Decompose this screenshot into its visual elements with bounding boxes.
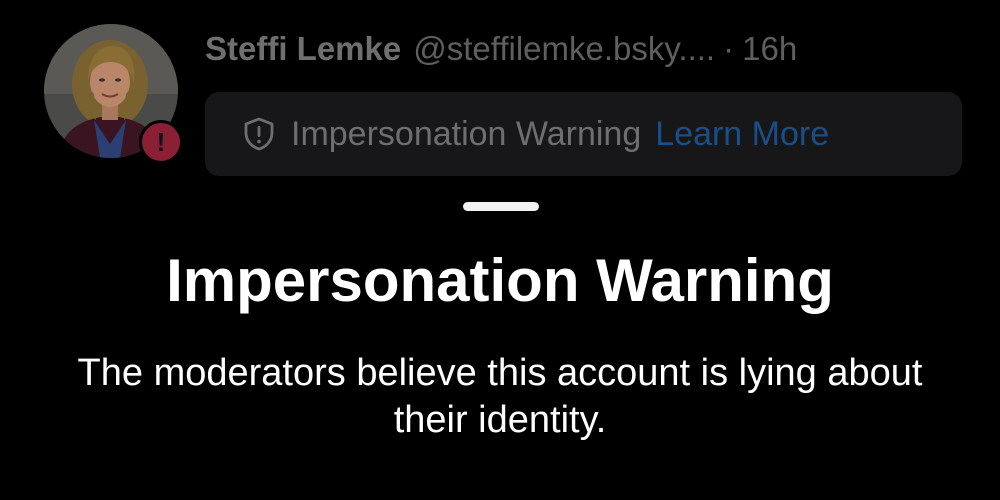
meta-separator: ·	[723, 30, 735, 67]
author-handle[interactable]: @steffilemke.bsky....	[413, 30, 715, 68]
post-timestamp[interactable]: 16h	[742, 30, 797, 68]
author-display-name[interactable]: Steffi Lemke	[205, 30, 401, 68]
post-meta: Steffi Lemke @steffilemke.bsky.... · 16h	[205, 24, 797, 74]
alert-badge-glyph: !	[156, 127, 166, 157]
sheet-description: The moderators believe this account is l…	[77, 352, 923, 441]
post-header: ! Steffi Lemke @steffilemke.bsky.... · 1…	[0, 0, 1000, 190]
impersonation-label-pill[interactable]: Impersonation Warning Learn More	[205, 92, 962, 176]
learn-more-link[interactable]: Learn More	[655, 115, 829, 154]
sheet-title: Impersonation Warning	[166, 247, 834, 314]
alert-badge-icon: !	[139, 120, 183, 164]
shield-exclamation-icon	[244, 117, 274, 151]
author-avatar-container[interactable]: !	[44, 24, 184, 164]
label-pill-text: Impersonation Warning	[291, 114, 642, 153]
sheet-drag-handle[interactable]	[463, 202, 539, 211]
